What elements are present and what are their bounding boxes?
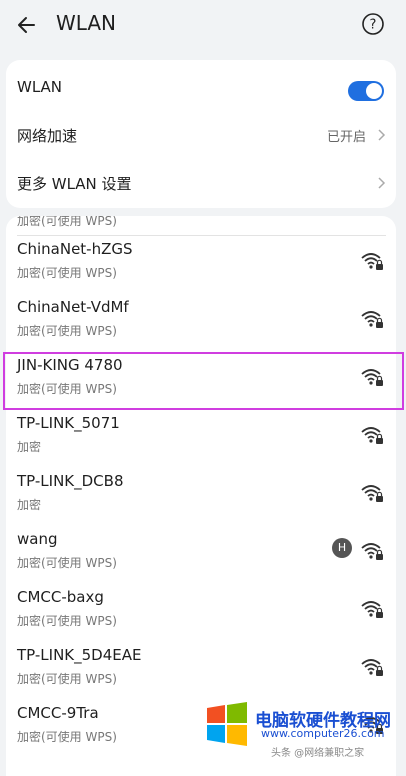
- network-acceleration-row[interactable]: 网络加速 已开启: [6, 111, 396, 159]
- network-name: TP-LINK_5071: [17, 414, 120, 432]
- more-wlan-settings-label: 更多 WLAN 设置: [17, 175, 132, 193]
- help-icon[interactable]: ?: [362, 13, 384, 35]
- network-name: ChinaNet-VdMf: [17, 298, 129, 316]
- network-security: 加密(可使用 WPS): [17, 614, 117, 628]
- network-security: 加密: [17, 440, 42, 454]
- page-title: WLAN: [56, 11, 117, 35]
- network-acceleration-value: 已开启: [326, 130, 366, 145]
- network-security: 加密(可使用 WPS): [17, 672, 117, 686]
- wifi-lock-icon: [361, 311, 383, 328]
- divider: [17, 235, 386, 236]
- network-security: 加密(可使用 WPS): [17, 266, 117, 280]
- svg-text:?: ?: [370, 18, 377, 33]
- wifi-lock-icon: [361, 543, 383, 560]
- wifi-lock-icon: [361, 601, 383, 618]
- wlan-label: WLAN: [17, 78, 63, 96]
- settings-card: WLAN 网络加速 已开启 更多 WLAN 设置: [6, 60, 396, 208]
- windows-logo-icon: [207, 702, 247, 746]
- network-name: CMCC-baxg: [17, 588, 104, 606]
- watermark-credit: 头条 @网络兼职之家: [271, 748, 365, 759]
- top-bar: WLAN ?: [0, 0, 406, 52]
- network-name: ChinaNet-hZGS: [17, 240, 133, 258]
- network-name: CMCC-9Tra: [17, 704, 99, 722]
- chevron-right-icon: [378, 129, 386, 141]
- network-name: TP-LINK_5D4EAE: [17, 646, 142, 664]
- wifi-lock-icon: [361, 659, 383, 676]
- chevron-right-icon: [378, 177, 386, 189]
- network-item[interactable]: TP-LINK_DCB8 加密: [6, 470, 396, 528]
- network-security: 加密(可使用 WPS): [17, 730, 117, 744]
- toggle-knob: [366, 83, 382, 99]
- network-item[interactable]: ChinaNet-VdMf 加密(可使用 WPS): [6, 296, 396, 354]
- wifi-lock-icon: [361, 427, 383, 444]
- selected-network-highlight: [3, 352, 404, 410]
- back-arrow-icon[interactable]: [14, 10, 44, 40]
- watermark-url: www.computer26.com: [261, 727, 385, 740]
- network-item[interactable]: wang 加密(可使用 WPS) H: [6, 528, 396, 586]
- watermark: 电脑软硬件教程网 www.computer26.com 头条 @网络兼职之家: [203, 700, 403, 759]
- network-name: wang: [17, 530, 58, 548]
- network-security: 加密(可使用 WPS): [17, 324, 117, 338]
- network-item[interactable]: ChinaNet-hZGS 加密(可使用 WPS): [6, 238, 396, 296]
- hotspot-icon: H: [332, 538, 352, 558]
- wifi-lock-icon: [361, 253, 383, 270]
- network-item[interactable]: TP-LINK_5071 加密: [6, 412, 396, 470]
- network-list: 加密(可使用 WPS) ChinaNet-hZGS 加密(可使用 WPS) Chin…: [6, 216, 396, 776]
- network-security: 加密: [17, 498, 42, 512]
- more-wlan-settings-row[interactable]: 更多 WLAN 设置: [6, 159, 396, 207]
- wlan-toggle[interactable]: [348, 81, 384, 101]
- network-item[interactable]: CMCC-baxg 加密(可使用 WPS): [6, 586, 396, 644]
- wlan-toggle-row[interactable]: WLAN: [6, 64, 396, 112]
- wifi-lock-icon: [361, 485, 383, 502]
- network-security: 加密(可使用 WPS): [17, 556, 117, 570]
- network-acceleration-label: 网络加速: [17, 127, 78, 145]
- network-item[interactable]: TP-LINK_5D4EAE 加密(可使用 WPS): [6, 644, 396, 702]
- network-name: TP-LINK_DCB8: [17, 472, 124, 490]
- list-item-partial-security: 加密(可使用 WPS): [17, 216, 117, 228]
